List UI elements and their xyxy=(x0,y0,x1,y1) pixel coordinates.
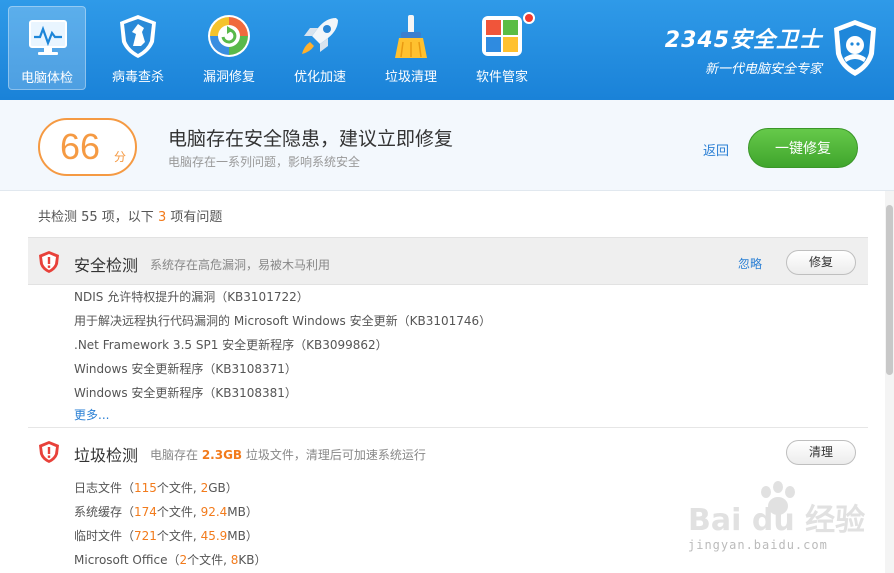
junk-item: Microsoft Office（2个文件, 8KB） xyxy=(74,551,266,568)
nav-label: 优化加速 xyxy=(293,70,346,85)
nav-label: 漏洞修复 xyxy=(202,70,255,85)
score-value: 66 xyxy=(60,126,101,167)
results-count: 共检测 55 项，以下 3 项有问题 xyxy=(38,206,222,225)
brand: 2345安全卫士 新一代电脑安全专家 xyxy=(665,22,822,77)
junk-item-mid: 个文件, xyxy=(187,553,231,567)
one-click-fix-button[interactable]: 一键修复 xyxy=(748,128,858,168)
nav-item-software-manager[interactable]: 软件管家 xyxy=(463,6,541,90)
ignore-link[interactable]: 忽略 xyxy=(738,255,762,272)
score-badge: 66 分 xyxy=(38,118,137,176)
nav-label: 软件管家 xyxy=(475,70,528,85)
junk-item-tail: GB） xyxy=(208,481,238,495)
junk-item-size: 45.9 xyxy=(200,529,228,543)
issue-count: 3 xyxy=(157,210,167,225)
vulnerability-item: Windows 安全更新程序（KB3108371） xyxy=(74,362,297,376)
junk-item: 临时文件（721个文件, 45.9MB） xyxy=(74,527,258,544)
back-link[interactable]: 返回 xyxy=(703,140,729,159)
junk-item-count: 115 xyxy=(134,481,157,495)
nav-label: 电脑体检 xyxy=(20,71,73,86)
vulnerability-item: NDIS 允许特权提升的漏洞（KB3101722） xyxy=(74,290,309,304)
vulnerability-item: .Net Framework 3.5 SP1 安全更新程序（KB3099862） xyxy=(74,338,388,352)
nav-item-optimize[interactable]: 优化加速 xyxy=(281,6,359,90)
results-suffix: 项有问题 xyxy=(166,210,223,225)
security-desc: 系统存在高危漏洞，易被木马利用 xyxy=(150,258,331,272)
broom-icon xyxy=(395,15,427,58)
junk-item-mid: 个文件, xyxy=(156,505,201,519)
repair-circle-icon xyxy=(208,15,250,57)
summary-subtitle: 电脑存在一系列问题，影响系统安全 xyxy=(168,155,361,169)
brand-subtitle: 新一代电脑安全专家 xyxy=(704,62,822,77)
rocket-icon xyxy=(302,18,338,54)
notification-dot xyxy=(523,12,535,24)
nav-item-virus-scan[interactable]: 病毒查杀 xyxy=(99,6,177,90)
junk-item-mid: 个文件, xyxy=(156,481,201,495)
security-section-header: 安全检测 系统存在高危漏洞，易被木马利用 忽略 修复 xyxy=(28,237,868,285)
junk-item-name: 临时文件（ xyxy=(74,529,135,543)
junk-desc-prefix: 电脑存在 xyxy=(150,448,202,462)
junk-title: 垃圾检测 xyxy=(74,446,139,465)
junk-item: 系统缓存（174个文件, 92.4MB） xyxy=(74,503,258,520)
warning-shield-icon xyxy=(39,441,59,463)
security-title: 安全检测 xyxy=(74,256,139,275)
monitor-icon xyxy=(29,20,67,55)
junk-item-tail: MB） xyxy=(227,505,258,519)
junk-item-name: 日志文件（ xyxy=(74,481,135,495)
summary-title: 电脑存在安全隐患，建议立即修复 xyxy=(168,128,454,150)
windows-grid-icon xyxy=(482,16,522,56)
more-link[interactable]: 更多... xyxy=(74,406,109,423)
watermark-url: jingyan.baidu.com xyxy=(688,538,828,552)
junk-item-tail: MB） xyxy=(227,529,258,543)
junk-item-count: 174 xyxy=(134,505,157,519)
junk-item-tail: KB） xyxy=(238,553,267,567)
junk-item-size: 92.4 xyxy=(200,505,228,519)
fix-button[interactable]: 修复 xyxy=(786,250,856,275)
vulnerability-item: 用于解决远程执行代码漏洞的 Microsoft Windows 安全更新（KB3… xyxy=(74,314,492,328)
clean-button[interactable]: 清理 xyxy=(786,440,856,465)
junk-item-count: 2 xyxy=(179,553,188,567)
junk-item-mid: 个文件, xyxy=(156,529,201,543)
score-unit: 分 xyxy=(114,150,127,164)
shield-horse-icon xyxy=(120,15,156,58)
nav-item-junk-clean[interactable]: 垃圾清理 xyxy=(372,6,450,90)
warning-shield-icon xyxy=(39,251,59,273)
junk-item-name: 系统缓存（ xyxy=(74,505,135,519)
nav-item-vulnerability-fix[interactable]: 漏洞修复 xyxy=(190,6,268,90)
nav-label: 垃圾清理 xyxy=(384,70,437,85)
scrollbar-thumb[interactable] xyxy=(886,205,893,375)
junk-section-header: 垃圾检测 电脑存在 2.3GB 垃圾文件，清理后可加速系统运行 清理 xyxy=(28,428,868,476)
nav-item-checkup[interactable]: 电脑体检 xyxy=(8,6,86,90)
junk-desc-suffix: 垃圾文件，清理后可加速系统运行 xyxy=(242,448,426,462)
vulnerability-item: Windows 安全更新程序（KB3108381） xyxy=(74,386,297,400)
summary-panel: 66 分 电脑存在安全隐患，建议立即修复 电脑存在一系列问题，影响系统安全 返回… xyxy=(0,100,894,191)
watermark-text: Bai du 经验 xyxy=(688,503,865,538)
junk-item: 日志文件（115个文件, 2GB） xyxy=(74,479,238,496)
junk-item-count: 721 xyxy=(134,529,157,543)
brand-shield-logo-icon xyxy=(834,20,876,76)
nav-label: 病毒查杀 xyxy=(111,70,164,85)
junk-size: 2.3GB xyxy=(201,448,243,462)
brand-title: 2345安全卫士 xyxy=(664,28,822,53)
junk-item-name: Microsoft Office（ xyxy=(74,553,180,567)
results-prefix: 共检测 55 项，以下 xyxy=(38,210,158,225)
junk-desc: 电脑存在 2.3GB 垃圾文件，清理后可加速系统运行 xyxy=(150,446,426,463)
top-navigation-bar: 电脑体检 病毒查杀 漏洞修复 优化加速 垃圾清理 软件管家 2345安全卫士 新… xyxy=(0,0,894,100)
